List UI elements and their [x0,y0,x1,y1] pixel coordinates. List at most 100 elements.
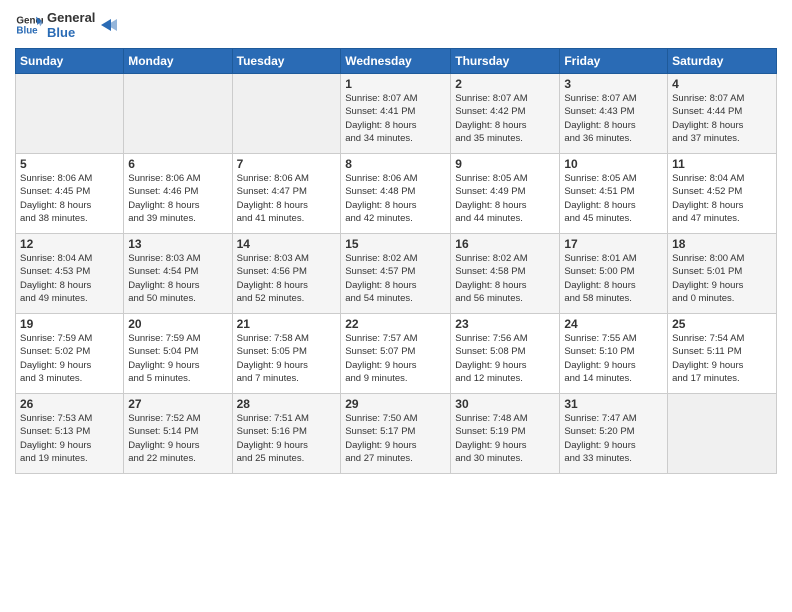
day-number: 14 [237,237,337,251]
calendar-cell: 31Sunrise: 7:47 AM Sunset: 5:20 PM Dayli… [560,394,668,474]
logo-general: General [47,10,95,25]
day-number: 13 [128,237,227,251]
day-number: 2 [455,77,555,91]
day-info: Sunrise: 8:05 AM Sunset: 4:51 PM Dayligh… [564,172,663,225]
day-info: Sunrise: 8:02 AM Sunset: 4:57 PM Dayligh… [345,252,446,305]
day-info: Sunrise: 8:04 AM Sunset: 4:52 PM Dayligh… [672,172,772,225]
svg-text:Blue: Blue [16,25,38,36]
day-info: Sunrise: 8:06 AM Sunset: 4:48 PM Dayligh… [345,172,446,225]
day-info: Sunrise: 8:05 AM Sunset: 4:49 PM Dayligh… [455,172,555,225]
day-number: 7 [237,157,337,171]
weekday-header-wednesday: Wednesday [341,49,451,74]
calendar-cell: 16Sunrise: 8:02 AM Sunset: 4:58 PM Dayli… [451,234,560,314]
calendar-cell: 15Sunrise: 8:02 AM Sunset: 4:57 PM Dayli… [341,234,451,314]
weekday-header-monday: Monday [124,49,232,74]
day-number: 19 [20,317,119,331]
calendar-cell: 25Sunrise: 7:54 AM Sunset: 5:11 PM Dayli… [668,314,777,394]
day-info: Sunrise: 8:00 AM Sunset: 5:01 PM Dayligh… [672,252,772,305]
calendar-cell: 8Sunrise: 8:06 AM Sunset: 4:48 PM Daylig… [341,154,451,234]
day-info: Sunrise: 7:54 AM Sunset: 5:11 PM Dayligh… [672,332,772,385]
day-number: 27 [128,397,227,411]
week-row-3: 12Sunrise: 8:04 AM Sunset: 4:53 PM Dayli… [16,234,777,314]
day-info: Sunrise: 7:58 AM Sunset: 5:05 PM Dayligh… [237,332,337,385]
day-number: 26 [20,397,119,411]
day-number: 30 [455,397,555,411]
day-info: Sunrise: 7:53 AM Sunset: 5:13 PM Dayligh… [20,412,119,465]
calendar-cell: 3Sunrise: 8:07 AM Sunset: 4:43 PM Daylig… [560,74,668,154]
day-info: Sunrise: 7:55 AM Sunset: 5:10 PM Dayligh… [564,332,663,385]
weekday-header-row: SundayMondayTuesdayWednesdayThursdayFrid… [16,49,777,74]
calendar-cell: 30Sunrise: 7:48 AM Sunset: 5:19 PM Dayli… [451,394,560,474]
day-info: Sunrise: 7:57 AM Sunset: 5:07 PM Dayligh… [345,332,446,385]
day-info: Sunrise: 7:59 AM Sunset: 5:02 PM Dayligh… [20,332,119,385]
day-info: Sunrise: 7:51 AM Sunset: 5:16 PM Dayligh… [237,412,337,465]
day-info: Sunrise: 8:04 AM Sunset: 4:53 PM Dayligh… [20,252,119,305]
week-row-1: 1Sunrise: 8:07 AM Sunset: 4:41 PM Daylig… [16,74,777,154]
day-info: Sunrise: 8:06 AM Sunset: 4:46 PM Dayligh… [128,172,227,225]
day-info: Sunrise: 7:48 AM Sunset: 5:19 PM Dayligh… [455,412,555,465]
day-number: 15 [345,237,446,251]
day-info: Sunrise: 8:03 AM Sunset: 4:54 PM Dayligh… [128,252,227,305]
calendar-cell: 19Sunrise: 7:59 AM Sunset: 5:02 PM Dayli… [16,314,124,394]
calendar-cell: 6Sunrise: 8:06 AM Sunset: 4:46 PM Daylig… [124,154,232,234]
day-number: 4 [672,77,772,91]
calendar-cell: 26Sunrise: 7:53 AM Sunset: 5:13 PM Dayli… [16,394,124,474]
day-number: 16 [455,237,555,251]
day-info: Sunrise: 8:07 AM Sunset: 4:43 PM Dayligh… [564,92,663,145]
calendar-cell: 14Sunrise: 8:03 AM Sunset: 4:56 PM Dayli… [232,234,341,314]
calendar-cell: 17Sunrise: 8:01 AM Sunset: 5:00 PM Dayli… [560,234,668,314]
calendar-cell: 10Sunrise: 8:05 AM Sunset: 4:51 PM Dayli… [560,154,668,234]
day-info: Sunrise: 7:59 AM Sunset: 5:04 PM Dayligh… [128,332,227,385]
calendar-cell [668,394,777,474]
day-number: 25 [672,317,772,331]
week-row-4: 19Sunrise: 7:59 AM Sunset: 5:02 PM Dayli… [16,314,777,394]
day-info: Sunrise: 8:06 AM Sunset: 4:47 PM Dayligh… [237,172,337,225]
calendar-cell: 9Sunrise: 8:05 AM Sunset: 4:49 PM Daylig… [451,154,560,234]
calendar-cell: 27Sunrise: 7:52 AM Sunset: 5:14 PM Dayli… [124,394,232,474]
weekday-header-saturday: Saturday [668,49,777,74]
day-number: 10 [564,157,663,171]
day-number: 3 [564,77,663,91]
day-info: Sunrise: 8:07 AM Sunset: 4:41 PM Dayligh… [345,92,446,145]
day-number: 24 [564,317,663,331]
day-info: Sunrise: 7:56 AM Sunset: 5:08 PM Dayligh… [455,332,555,385]
day-number: 23 [455,317,555,331]
day-number: 1 [345,77,446,91]
calendar-cell [124,74,232,154]
calendar-cell: 11Sunrise: 8:04 AM Sunset: 4:52 PM Dayli… [668,154,777,234]
calendar-page: General Blue General Blue SundayMondayTu… [0,0,792,612]
weekday-header-tuesday: Tuesday [232,49,341,74]
calendar-table: SundayMondayTuesdayWednesdayThursdayFrid… [15,48,777,474]
weekday-header-thursday: Thursday [451,49,560,74]
day-number: 28 [237,397,337,411]
day-number: 21 [237,317,337,331]
week-row-5: 26Sunrise: 7:53 AM Sunset: 5:13 PM Dayli… [16,394,777,474]
calendar-cell: 5Sunrise: 8:06 AM Sunset: 4:45 PM Daylig… [16,154,124,234]
calendar-cell: 20Sunrise: 7:59 AM Sunset: 5:04 PM Dayli… [124,314,232,394]
logo-blue: Blue [47,25,95,40]
day-number: 22 [345,317,446,331]
calendar-cell: 4Sunrise: 8:07 AM Sunset: 4:44 PM Daylig… [668,74,777,154]
day-number: 5 [20,157,119,171]
day-number: 17 [564,237,663,251]
weekday-header-friday: Friday [560,49,668,74]
calendar-cell: 24Sunrise: 7:55 AM Sunset: 5:10 PM Dayli… [560,314,668,394]
calendar-cell: 12Sunrise: 8:04 AM Sunset: 4:53 PM Dayli… [16,234,124,314]
calendar-cell: 1Sunrise: 8:07 AM Sunset: 4:41 PM Daylig… [341,74,451,154]
calendar-cell: 28Sunrise: 7:51 AM Sunset: 5:16 PM Dayli… [232,394,341,474]
day-number: 6 [128,157,227,171]
calendar-cell: 21Sunrise: 7:58 AM Sunset: 5:05 PM Dayli… [232,314,341,394]
calendar-cell: 29Sunrise: 7:50 AM Sunset: 5:17 PM Dayli… [341,394,451,474]
calendar-cell: 7Sunrise: 8:06 AM Sunset: 4:47 PM Daylig… [232,154,341,234]
calendar-cell: 2Sunrise: 8:07 AM Sunset: 4:42 PM Daylig… [451,74,560,154]
day-info: Sunrise: 8:07 AM Sunset: 4:42 PM Dayligh… [455,92,555,145]
day-number: 9 [455,157,555,171]
calendar-cell [16,74,124,154]
day-info: Sunrise: 8:03 AM Sunset: 4:56 PM Dayligh… [237,252,337,305]
day-number: 11 [672,157,772,171]
day-number: 20 [128,317,227,331]
day-number: 31 [564,397,663,411]
day-number: 18 [672,237,772,251]
week-row-2: 5Sunrise: 8:06 AM Sunset: 4:45 PM Daylig… [16,154,777,234]
logo-arrow-icon [99,15,119,35]
